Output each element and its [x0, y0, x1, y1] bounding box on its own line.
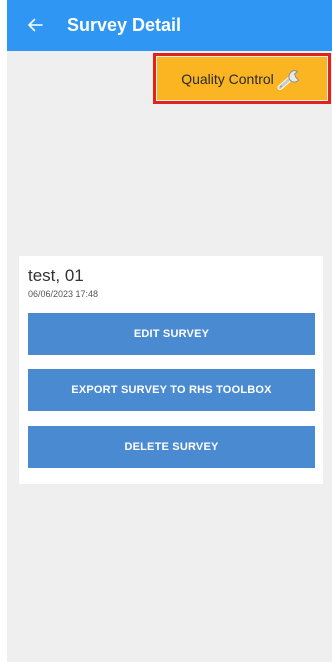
app-bar: Survey Detail	[7, 0, 332, 51]
survey-date: 06/06/2023 17:48	[28, 289, 99, 299]
quality-control-label: Quality Control	[181, 70, 274, 87]
arrow-left-icon	[28, 18, 43, 32]
back-button[interactable]	[22, 12, 48, 38]
delete-survey-button[interactable]: DELETE SURVEY	[28, 426, 315, 468]
survey-detail-screen: Survey Detail Quality Control test, 01 0…	[0, 0, 332, 662]
page-title: Survey Detail	[67, 15, 182, 35]
survey-name: test, 01	[28, 266, 84, 285]
quality-control-button[interactable]: Quality Control	[157, 57, 327, 100]
edit-survey-button[interactable]: EDIT SURVEY	[28, 313, 315, 355]
quality-control-highlight: Quality Control	[153, 53, 331, 104]
export-survey-button[interactable]: EXPORT SURVEY TO RHS TOOLBOX	[28, 369, 315, 411]
wrench-icon	[277, 69, 299, 90]
survey-card: test, 01 06/06/2023 17:48 EDIT SURVEY EX…	[19, 256, 323, 484]
